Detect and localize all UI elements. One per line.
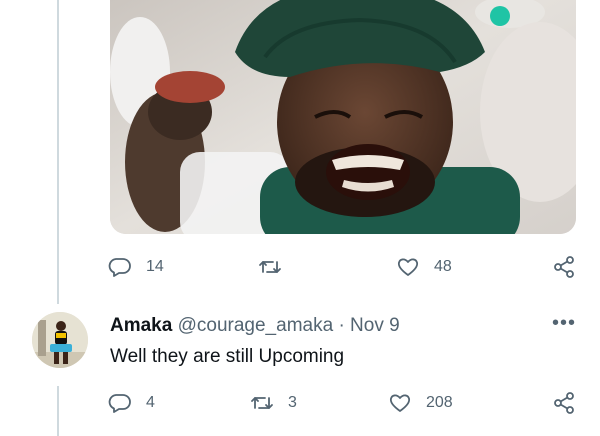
- retweet-icon: [251, 397, 273, 409]
- retweet-button[interactable]: [258, 252, 296, 282]
- reply-count: 14: [146, 258, 164, 275]
- thread-line: [57, 0, 59, 304]
- tweet-media-photo[interactable]: [110, 0, 576, 234]
- like-count: 48: [434, 258, 452, 275]
- retweet-count: 3: [288, 394, 297, 411]
- user-handle[interactable]: @courage_amaka: [178, 315, 334, 336]
- separator: ·: [338, 315, 345, 336]
- tweet-date[interactable]: Nov 9: [350, 315, 400, 336]
- reply-count: 4: [146, 394, 155, 411]
- tweet-text: Well they are still Upcoming: [110, 346, 345, 367]
- reply-button[interactable]: 4: [108, 388, 155, 418]
- reply-button[interactable]: 14: [108, 252, 164, 282]
- display-name[interactable]: Amaka: [110, 315, 172, 336]
- retweet-icon: [259, 261, 281, 273]
- share-button[interactable]: [552, 388, 576, 418]
- share-icon: [554, 392, 574, 414]
- retweet-button[interactable]: 3: [250, 388, 297, 418]
- tweet-header: Amaka @courage_amaka · Nov 9: [110, 315, 400, 337]
- avatar[interactable]: [32, 312, 88, 368]
- share-icon: [554, 256, 574, 278]
- heart-icon: [389, 394, 411, 412]
- avatar-icon: [32, 312, 88, 368]
- like-count: 208: [426, 394, 453, 411]
- more-options-icon[interactable]: •••: [552, 313, 576, 338]
- like-button[interactable]: 48: [396, 252, 452, 282]
- like-button[interactable]: 208: [388, 388, 453, 418]
- tweet-reply[interactable]: Amaka @courage_amaka · Nov 9 ••• Well th…: [0, 300, 600, 436]
- share-button[interactable]: [552, 252, 576, 282]
- photo-image: [110, 0, 576, 234]
- heart-icon: [397, 258, 419, 276]
- tweet1-action-bar: 14 48: [108, 252, 578, 282]
- tweet2-action-bar: 4 3 208: [108, 388, 578, 418]
- reply-icon: [108, 394, 131, 413]
- reply-icon: [108, 258, 131, 277]
